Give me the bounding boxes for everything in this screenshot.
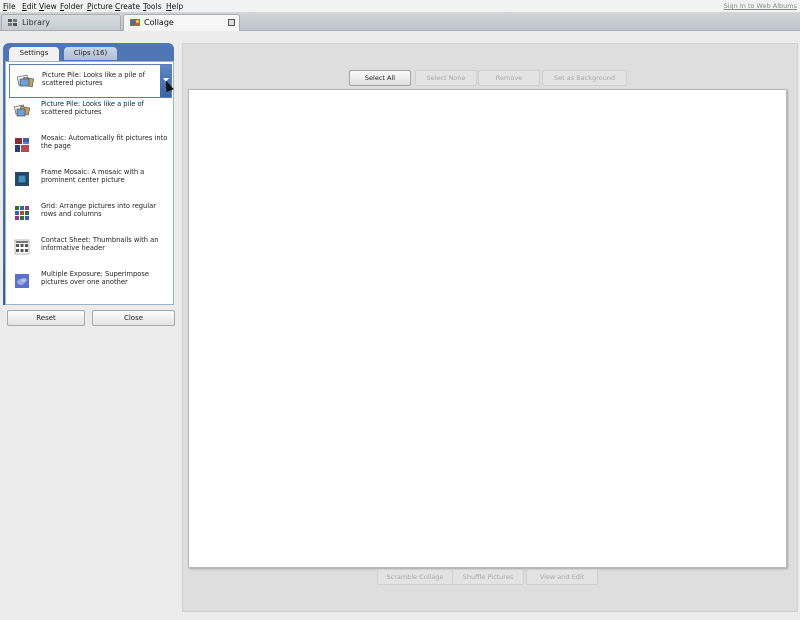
multiple-exposure-icon xyxy=(15,274,29,288)
collage-style-select[interactable]: Picture Pile: Looks like a pile of scatt… xyxy=(9,64,172,98)
tab-library[interactable]: Library xyxy=(1,14,121,30)
option-label: Mosaic: Automatically fit pictures into … xyxy=(41,134,168,150)
panel-frame: Settings Clips (16) Picture Pile: Looks … xyxy=(3,43,174,305)
contact-sheet-icon xyxy=(14,239,30,255)
close-tab-icon[interactable] xyxy=(228,19,235,26)
menu-help[interactable]: Help xyxy=(166,2,183,11)
menu-folder[interactable]: Folder xyxy=(60,2,83,11)
menu-tools[interactable]: Tools xyxy=(143,2,161,11)
option-label: Frame Mosaic: A mosaic with a prominent … xyxy=(41,168,145,184)
option-contact-sheet[interactable]: Contact Sheet: Thumbnails with an inform… xyxy=(10,235,170,265)
option-frame-mosaic[interactable]: Frame Mosaic: A mosaic with a prominent … xyxy=(10,167,170,197)
option-label: Grid: Arrange pictures into regular rows… xyxy=(41,202,156,218)
menu-create[interactable]: Create xyxy=(115,2,140,11)
menu-file[interactable]: File xyxy=(3,2,16,11)
selected-style-label: Picture Pile: Looks like a pile of scatt… xyxy=(42,71,145,87)
option-label: Contact Sheet: Thumbnails with an inform… xyxy=(41,236,159,252)
picture-pile-icon xyxy=(16,74,35,88)
sign-in-link[interactable]: Sign In to Web Albums xyxy=(724,2,797,10)
scramble-collage-button[interactable]: Scramble Collage xyxy=(377,569,453,585)
grid-icon xyxy=(15,206,29,220)
select-none-button[interactable]: Select None xyxy=(415,70,477,86)
close-button[interactable]: Close xyxy=(92,310,175,326)
tab-clips[interactable]: Clips (16) xyxy=(64,47,117,60)
option-multiple-exposure[interactable]: Multiple Exposure: Superimpose pictures … xyxy=(10,269,170,299)
document-tab-strip: Library Collage xyxy=(0,13,800,31)
reset-button[interactable]: Reset xyxy=(7,310,85,326)
option-label: Picture Pile: Looks like a pile of scatt… xyxy=(41,100,144,116)
option-picture-pile[interactable]: Picture Pile: Looks like a pile of scatt… xyxy=(10,99,170,129)
menu-picture[interactable]: Picture xyxy=(87,2,113,11)
collage-style-list: Picture Pile: Looks like a pile of scatt… xyxy=(5,61,174,305)
mosaic-icon xyxy=(15,138,29,152)
tab-collage-label: Collage xyxy=(144,18,174,27)
library-icon xyxy=(8,19,17,26)
option-label: Multiple Exposure: Superimpose pictures … xyxy=(41,270,149,286)
tab-collage[interactable]: Collage xyxy=(123,14,240,31)
menu-view[interactable]: View xyxy=(39,2,57,11)
frame-mosaic-icon xyxy=(15,172,29,186)
tab-settings[interactable]: Settings xyxy=(9,47,59,61)
set-background-button[interactable]: Set as Background xyxy=(542,70,627,86)
option-mosaic[interactable]: Mosaic: Automatically fit pictures into … xyxy=(10,133,170,163)
option-grid[interactable]: Grid: Arrange pictures into regular rows… xyxy=(10,201,170,231)
collage-canvas[interactable] xyxy=(188,89,787,568)
menu-edit[interactable]: Edit xyxy=(22,2,37,11)
collage-settings-panel: Settings Clips (16) Picture Pile: Looks … xyxy=(0,31,181,620)
view-and-edit-button[interactable]: View and Edit xyxy=(526,569,598,585)
collage-icon xyxy=(130,19,140,26)
shuffle-pictures-button[interactable]: Shuffle Pictures xyxy=(452,569,524,585)
tab-library-label: Library xyxy=(22,18,50,27)
remove-button[interactable]: Remove xyxy=(478,70,540,86)
menu-bar: File Edit View Folder Picture Create Too… xyxy=(0,0,800,13)
picture-pile-icon xyxy=(14,104,30,117)
collage-stage: Select All Select None Remove Set as Bac… xyxy=(182,43,798,612)
select-all-button[interactable]: Select All xyxy=(349,70,411,86)
